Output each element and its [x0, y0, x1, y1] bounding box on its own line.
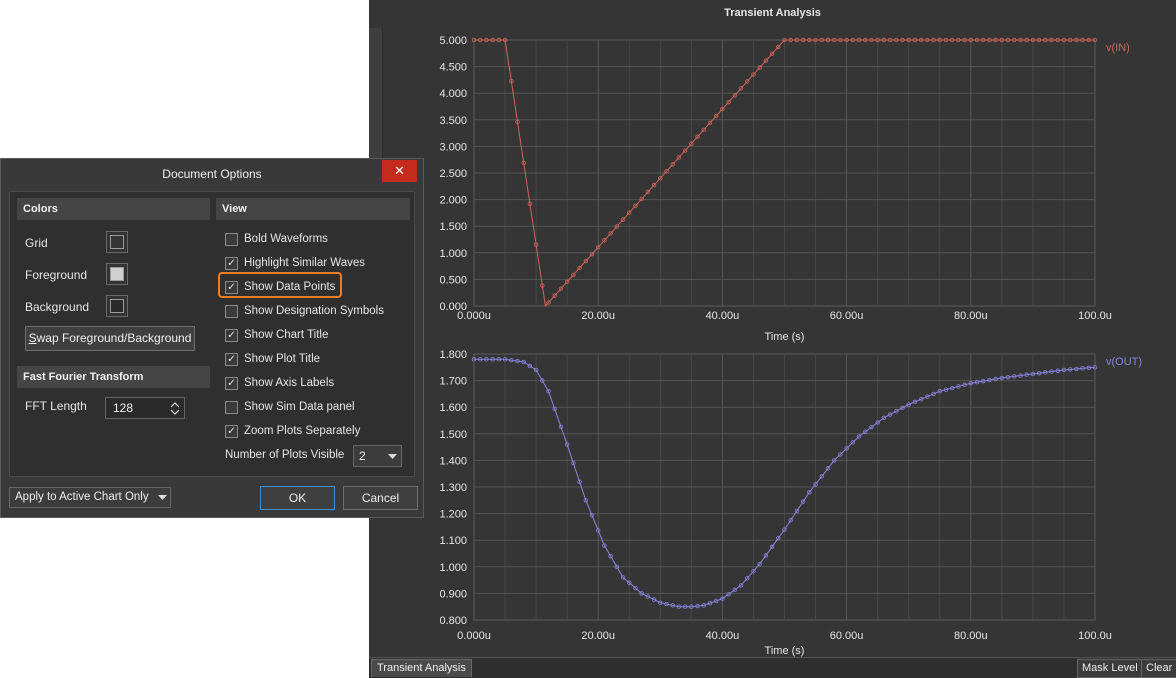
y-tick-label: 4.500	[439, 62, 467, 74]
x-tick-label: 40.00u	[706, 310, 740, 322]
y-tick-label: 2.500	[439, 168, 467, 180]
x-tick-label: 60.00u	[830, 310, 864, 322]
checkbox-checked[interactable]: ✓	[225, 377, 238, 390]
view-option-label: Show Designation Symbols	[244, 305, 384, 317]
y-tick-label: 0.900	[439, 588, 467, 600]
series-legend-label: v(OUT)	[1106, 356, 1142, 368]
x-tick-label: 20.00u	[581, 310, 615, 322]
swap-colors-button[interactable]: Swap Foreground/Background	[25, 326, 195, 351]
x-tick-label: 0.000u	[457, 630, 491, 642]
swap-label: wap Foreground/Background	[36, 331, 192, 345]
x-tick-label: 100.0u	[1078, 310, 1112, 322]
fft-section-header: Fast Fourier Transform	[17, 366, 210, 388]
view-option-label: Show Sim Data panel	[244, 401, 355, 413]
view-option-label: Show Plot Title	[244, 353, 321, 365]
y-tick-label: 1.000	[439, 562, 467, 574]
x-axis-label: Time (s)	[765, 331, 805, 343]
grid-label: Grid	[25, 236, 48, 250]
view-option-label: Show Data Points	[244, 281, 336, 293]
y-tick-label: 3.500	[439, 115, 467, 127]
clear-button[interactable]: Clear	[1141, 659, 1176, 678]
y-tick-label: 1.200	[439, 509, 467, 521]
grid-color-swatch[interactable]	[106, 231, 128, 253]
swap-accelerator: S	[28, 331, 37, 345]
mask-level-button[interactable]: Mask Level	[1077, 659, 1143, 678]
y-tick-label: 1.000	[439, 248, 467, 260]
checkbox-checked[interactable]: ✓	[225, 281, 238, 294]
view-option-label: Show Chart Title	[244, 329, 329, 341]
chevron-down-icon[interactable]	[158, 495, 167, 501]
y-tick-label: 2.000	[439, 195, 467, 207]
y-tick-label: 3.000	[439, 141, 467, 153]
series-legend-label: v(IN)	[1106, 42, 1130, 54]
chevron-down-icon[interactable]	[388, 454, 397, 460]
foreground-label: Foreground	[25, 268, 88, 282]
view-option-label: Zoom Plots Separately	[244, 425, 361, 437]
checkbox-checked[interactable]: ✓	[225, 329, 238, 342]
fft-length-value: 128	[113, 401, 134, 415]
view-section-header: View	[216, 198, 410, 220]
apply-scope-dropdown[interactable]: Apply to Active Chart Only	[9, 487, 171, 508]
view-option-label: Show Axis Labels	[244, 377, 335, 389]
x-tick-label: 40.00u	[706, 630, 740, 642]
x-tick-label: 0.000u	[457, 310, 491, 322]
y-tick-label: 4.000	[439, 88, 467, 100]
y-tick-label: 1.700	[439, 376, 467, 388]
background-label: Background	[25, 300, 90, 314]
apply-scope-label: Apply to Active Chart Only	[15, 491, 149, 503]
x-tick-label: 20.00u	[581, 630, 615, 642]
y-tick-label: 1.100	[439, 535, 467, 547]
y-tick-label: 0.800	[439, 615, 467, 627]
tab-transient-analysis[interactable]: Transient Analysis	[371, 659, 472, 677]
y-tick-label: 1.300	[439, 482, 467, 494]
chart-plots[interactable]: 0.0000.5001.0001.5002.0002.5003.0003.500…	[369, 0, 1176, 657]
checkbox-unchecked[interactable]	[225, 305, 238, 318]
checkbox-unchecked[interactable]	[225, 401, 238, 414]
x-axis-label: Time (s)	[765, 645, 805, 657]
document-options-dialog: Document Options ✕ Colors Grid Foregroun…	[0, 158, 424, 518]
close-icon[interactable]: ✕	[382, 160, 417, 182]
x-tick-label: 60.00u	[830, 630, 864, 642]
x-tick-label: 80.00u	[954, 630, 988, 642]
plots-visible-value: 2	[359, 449, 366, 463]
spin-arrows-icon[interactable]	[170, 402, 180, 415]
view-option-label: Bold Waveforms	[244, 233, 328, 245]
y-tick-label: 0.500	[439, 274, 467, 286]
chart-window: Transient Analysis 0.000 0.500 1.000 1.500 2…	[369, 0, 1176, 678]
ok-button[interactable]: OK	[260, 486, 335, 510]
y-tick-label: 1.600	[439, 402, 467, 414]
y-tick-label: 1.500	[439, 429, 467, 441]
y-tick-label: 1.400	[439, 455, 467, 467]
x-tick-label: 80.00u	[954, 310, 988, 322]
checkbox-checked[interactable]: ✓	[225, 353, 238, 366]
colors-section-header: Colors	[17, 198, 210, 220]
checkbox-unchecked[interactable]	[225, 233, 238, 246]
x-tick-label: 100.0u	[1078, 630, 1112, 642]
dialog-title: Document Options	[162, 167, 262, 181]
y-tick-label: 5.000	[439, 35, 467, 47]
cancel-button[interactable]: Cancel	[343, 486, 418, 510]
view-option-label: Highlight Similar Waves	[244, 257, 365, 269]
plots-visible-dropdown[interactable]: 2	[353, 445, 402, 467]
fft-length-label: FFT Length	[25, 399, 87, 413]
y-tick-label: 1.800	[439, 349, 467, 361]
checkbox-checked[interactable]: ✓	[225, 257, 238, 270]
plots-visible-label: Number of Plots Visible	[225, 449, 345, 461]
background-color-swatch[interactable]	[106, 295, 128, 317]
foreground-color-swatch[interactable]	[106, 263, 128, 285]
checkbox-checked[interactable]: ✓	[225, 425, 238, 438]
bottom-bar: Transient Analysis Mask Level Clear	[369, 657, 1176, 678]
fft-length-stepper[interactable]: 128	[105, 397, 185, 419]
y-tick-label: 1.500	[439, 221, 467, 233]
